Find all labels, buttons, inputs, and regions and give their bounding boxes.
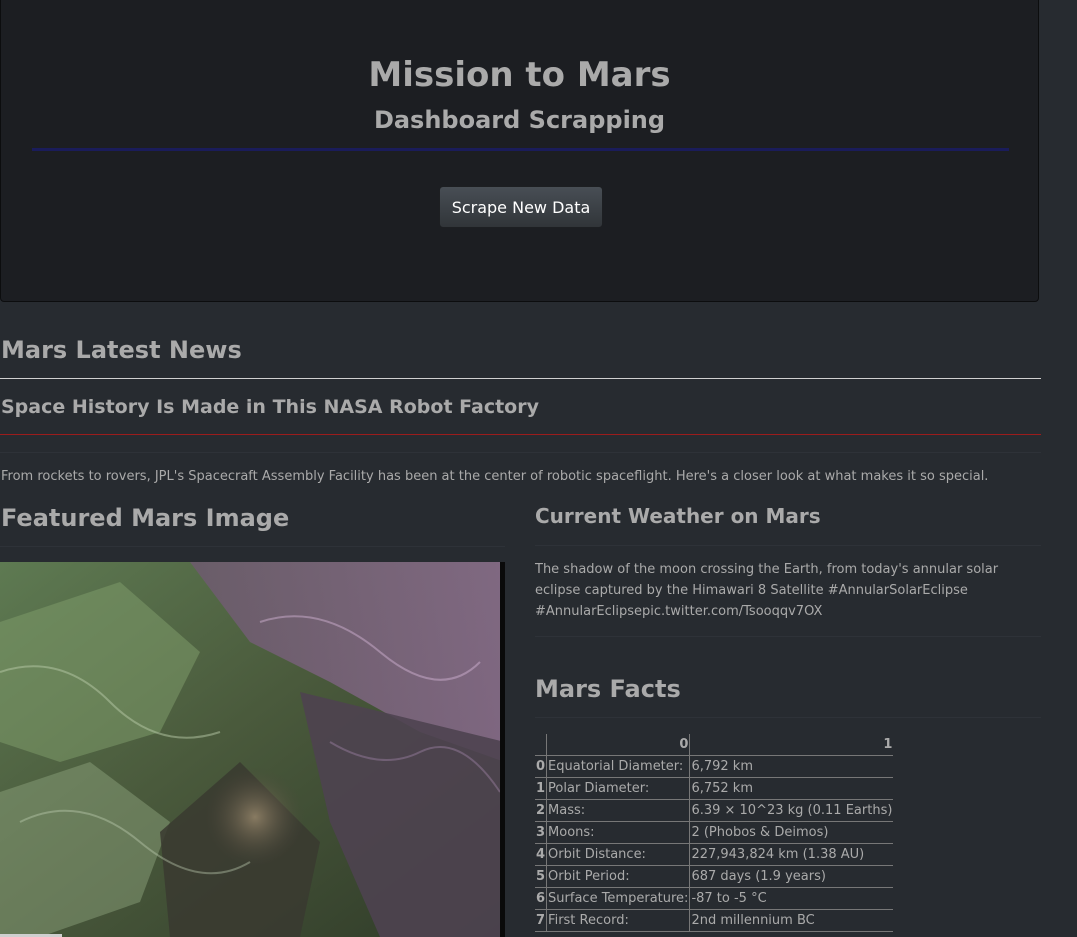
table-row: 1 Polar Diameter: 6,752 km bbox=[535, 777, 894, 800]
news-heading: Mars Latest News bbox=[1, 336, 242, 364]
fact-value: 687 days (1.9 years) bbox=[689, 865, 894, 888]
divider bbox=[535, 545, 1041, 546]
row-index: 6 bbox=[535, 887, 548, 910]
fact-label: Mass: bbox=[546, 799, 691, 822]
fact-value: 227,943,824 km (1.38 AU) bbox=[689, 843, 894, 866]
fact-label: Surface Temperature: bbox=[546, 887, 691, 910]
divider bbox=[0, 452, 1041, 453]
table-row: 7 First Record: 2nd millennium BC bbox=[535, 909, 894, 932]
news-paragraph: From rockets to rovers, JPL's Spacecraft… bbox=[1, 469, 989, 484]
table-header-row: 0 1 bbox=[535, 734, 894, 756]
news-title-divider bbox=[0, 434, 1041, 435]
table-row: 0 Equatorial Diameter: 6,792 km bbox=[535, 755, 894, 778]
fact-value: 6.39 × 10^23 kg (0.11 Earths) bbox=[689, 799, 894, 822]
fact-label: Moons: bbox=[546, 821, 691, 844]
fact-value: 6,792 km bbox=[689, 755, 894, 778]
row-index: 1 bbox=[535, 777, 548, 800]
divider bbox=[535, 636, 1041, 637]
fact-value: 2 (Phobos & Deimos) bbox=[689, 821, 894, 844]
row-index: 2 bbox=[535, 799, 548, 822]
weather-heading: Current Weather on Mars bbox=[535, 504, 821, 528]
row-index: 7 bbox=[535, 909, 548, 932]
table-header-index bbox=[535, 734, 548, 756]
title-divider bbox=[32, 148, 1009, 151]
weather-text: The shadow of the moon crossing the Eart… bbox=[535, 562, 999, 619]
news-divider bbox=[0, 378, 1041, 379]
table-row: 2 Mass: 6.39 × 10^23 kg (0.11 Earths) bbox=[535, 799, 894, 822]
mars-facts-table: 0 1 0 Equatorial Diameter: 6,792 km 1 Po… bbox=[535, 734, 894, 932]
table-row: 4 Orbit Distance: 227,943,824 km (1.38 A… bbox=[535, 843, 894, 866]
table-header-col-1: 1 bbox=[689, 734, 894, 756]
row-index: 0 bbox=[535, 755, 548, 778]
table-row: 6 Surface Temperature: -87 to -5 °C bbox=[535, 887, 894, 910]
news-title: Space History Is Made in This NASA Robot… bbox=[1, 396, 539, 418]
jumbotron: Mission to Mars Dashboard Scrapping Scra… bbox=[0, 0, 1039, 302]
fact-value: 6,752 km bbox=[689, 777, 894, 800]
fact-label: Equatorial Diameter: bbox=[546, 755, 691, 778]
page: Mission to Mars Dashboard Scrapping Scra… bbox=[0, 0, 1077, 937]
fact-label: Polar Diameter: bbox=[546, 777, 691, 800]
featured-mars-image bbox=[0, 562, 505, 937]
page-subtitle: Dashboard Scrapping bbox=[373, 106, 666, 134]
fact-value: -87 to -5 °C bbox=[689, 887, 894, 910]
row-index: 5 bbox=[535, 865, 548, 888]
fact-value: 2nd millennium BC bbox=[689, 909, 894, 932]
row-index: 3 bbox=[535, 821, 548, 844]
scrape-new-data-button[interactable]: Scrape New Data bbox=[439, 186, 603, 228]
divider bbox=[0, 546, 505, 547]
fact-label: Orbit Distance: bbox=[546, 843, 691, 866]
table-row: 5 Orbit Period: 687 days (1.9 years) bbox=[535, 865, 894, 888]
row-index: 4 bbox=[535, 843, 548, 866]
table-row: 3 Moons: 2 (Phobos & Deimos) bbox=[535, 821, 894, 844]
page-title: Mission to Mars bbox=[368, 55, 671, 95]
fact-label: Orbit Period: bbox=[546, 865, 691, 888]
featured-image-heading: Featured Mars Image bbox=[1, 504, 290, 532]
fact-label: First Record: bbox=[546, 909, 691, 932]
divider bbox=[535, 717, 1041, 718]
table-header-col-0: 0 bbox=[546, 734, 691, 756]
facts-heading: Mars Facts bbox=[535, 675, 681, 703]
